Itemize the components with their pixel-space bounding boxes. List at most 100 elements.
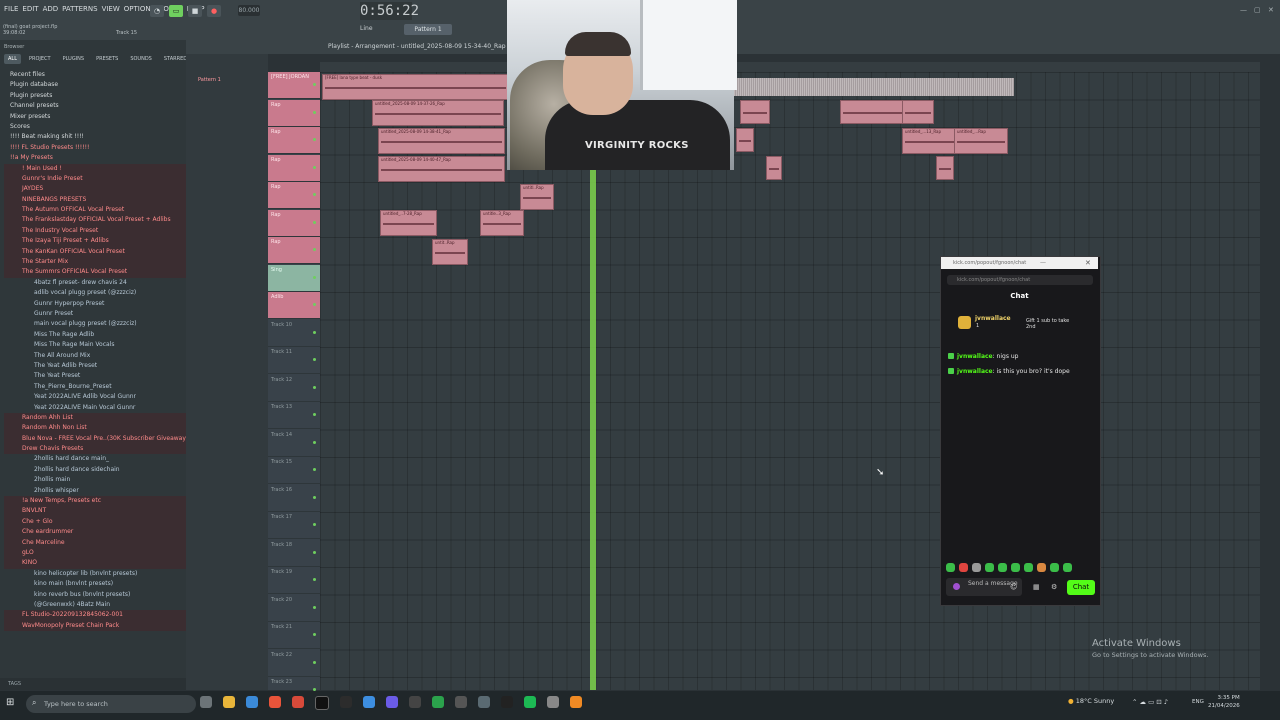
track-header[interactable]: Track 20 bbox=[268, 595, 320, 622]
track-header[interactable]: Track 19 bbox=[268, 567, 320, 594]
spotify-icon[interactable] bbox=[524, 696, 536, 708]
track-header[interactable]: Rap bbox=[268, 99, 320, 127]
browser-item[interactable]: Gunnr's Indie Preset bbox=[4, 173, 186, 185]
top-gifter-name[interactable]: jvnwallace bbox=[975, 315, 1011, 322]
menu-item-edit[interactable]: EDIT bbox=[22, 5, 38, 13]
taskbar-clock[interactable]: 3:35 PM 21/04/2026 bbox=[1208, 694, 1240, 710]
emote-icon[interactable] bbox=[1011, 563, 1020, 572]
language-indicator[interactable]: ENG bbox=[1192, 699, 1204, 705]
track-header[interactable]: Track 13 bbox=[268, 402, 320, 429]
menu-item-view[interactable]: VIEW bbox=[102, 5, 120, 13]
timeline-ruler[interactable] bbox=[320, 62, 1260, 72]
track-led-icon[interactable] bbox=[313, 275, 316, 279]
browser-item[interactable]: kino reverb bus (bnvlnt presets) bbox=[4, 590, 186, 600]
audio-clip[interactable] bbox=[740, 100, 770, 124]
browser-item[interactable]: 2hollis hard dance main_ bbox=[4, 454, 186, 464]
browser-item[interactable]: Random Ahh List bbox=[4, 412, 186, 424]
browser-item[interactable]: ! Main Used ! bbox=[4, 163, 186, 174]
track-header[interactable]: Adlib bbox=[268, 292, 320, 319]
browser-item[interactable]: The Izaya Tiji Preset + Adlibs bbox=[4, 236, 186, 247]
browser-item[interactable]: FL Studio-202209132845062-001 bbox=[4, 610, 186, 621]
send-chat-button[interactable]: Chat bbox=[1067, 580, 1095, 595]
browser-item[interactable]: 2hollis hard dance sidechain bbox=[4, 465, 186, 475]
audio-clip[interactable] bbox=[902, 100, 934, 124]
app-icon[interactable] bbox=[478, 696, 490, 708]
browser-item[interactable]: The All Around Mix bbox=[4, 351, 186, 361]
discord-icon[interactable] bbox=[386, 696, 398, 708]
audio-clip[interactable]: untitle..3_Rap bbox=[480, 210, 524, 236]
track-header[interactable]: Rap bbox=[268, 237, 320, 264]
browser-item[interactable]: Channel presets bbox=[4, 101, 186, 111]
browser-tab-sounds[interactable]: SOUNDS bbox=[126, 54, 156, 64]
track-header[interactable]: Track 21 bbox=[268, 622, 320, 649]
track-led-icon[interactable] bbox=[313, 578, 316, 581]
xbox-icon[interactable] bbox=[432, 696, 444, 708]
audio-clip[interactable]: untit..Rap bbox=[432, 239, 468, 265]
track-led-icon[interactable] bbox=[313, 83, 316, 86]
pattern-selector[interactable]: Pattern 1 bbox=[404, 24, 452, 35]
browser-item[interactable]: 4batz fl preset- drew chavis 24 bbox=[4, 278, 186, 288]
playhead[interactable] bbox=[590, 170, 596, 690]
track-header[interactable]: Track 10 bbox=[268, 320, 320, 347]
audio-clip[interactable] bbox=[766, 156, 782, 180]
minimize-icon[interactable]: — bbox=[1240, 6, 1247, 14]
track-led-icon[interactable] bbox=[313, 358, 316, 361]
playlist-grid[interactable]: [FREE] lana type beat - dusk untitled_202… bbox=[320, 72, 1260, 690]
track-led-icon[interactable] bbox=[313, 468, 316, 471]
task-view-icon[interactable] bbox=[200, 696, 212, 708]
browser-item[interactable]: 2hollis whisper bbox=[4, 486, 186, 496]
track-header[interactable]: Rap bbox=[268, 154, 320, 182]
browser-item[interactable]: The Yeat Preset bbox=[4, 371, 186, 381]
menu-item-file[interactable]: FILE bbox=[4, 5, 18, 13]
audio-clip[interactable]: untitled_2025-08-09 14-38-41_Rap bbox=[378, 128, 505, 154]
browser-tab-project[interactable]: PROJECT bbox=[25, 54, 55, 64]
maximize-icon[interactable]: ▢ bbox=[1254, 6, 1261, 14]
chrome-icon[interactable] bbox=[269, 696, 281, 708]
track-header[interactable]: Rap bbox=[268, 209, 320, 237]
tags-bar[interactable]: TAGS bbox=[0, 678, 186, 690]
browser-item[interactable]: !!!! FL Studio Presets !!!!!! bbox=[4, 143, 186, 153]
emote-icon[interactable] bbox=[1050, 563, 1059, 572]
track-header[interactable]: Track 22 bbox=[268, 650, 320, 677]
browser-item[interactable]: The KanKan OFFICIAL Vocal Preset bbox=[4, 246, 186, 258]
record-mode-icon[interactable]: ◔ bbox=[150, 5, 164, 17]
emote-icon[interactable] bbox=[1037, 563, 1046, 572]
weather-widget[interactable]: ● 18°C Sunny bbox=[1068, 697, 1114, 705]
browser-item[interactable]: gLO bbox=[4, 547, 186, 559]
track-led-icon[interactable] bbox=[313, 605, 316, 609]
browser-item[interactable]: Miss The Rage Main Vocals bbox=[4, 340, 186, 350]
track-led-icon[interactable] bbox=[313, 413, 316, 416]
fl-studio-icon[interactable] bbox=[570, 696, 582, 708]
gift-icon[interactable]: ▦ bbox=[1033, 583, 1040, 591]
audio-clip[interactable]: untitl..Rap bbox=[520, 184, 554, 210]
browser-item[interactable]: Gunnr Hyperpop Preset bbox=[4, 299, 186, 309]
taskbar-search[interactable]: Type here to search bbox=[26, 695, 196, 713]
track-led-icon[interactable] bbox=[313, 495, 316, 499]
track-header[interactable]: Rap bbox=[268, 127, 320, 154]
file-explorer-icon[interactable] bbox=[223, 696, 235, 708]
browser-item[interactable]: The Autumn OFFICAL Vocal Preset bbox=[4, 205, 186, 216]
browser-item[interactable]: kino helicopter lib (bnvlnt presets) bbox=[4, 569, 186, 579]
browser-item[interactable]: Che + Glo bbox=[4, 516, 186, 528]
browser-item[interactable]: The Starter Mix bbox=[4, 257, 186, 268]
track-led-icon[interactable] bbox=[313, 330, 316, 334]
browser-item[interactable]: !!a My Presets bbox=[4, 153, 186, 163]
tempo-display[interactable]: 80.000 bbox=[238, 5, 260, 16]
audio-clip[interactable]: untitled_..7-28_Rap bbox=[380, 210, 437, 236]
snap-selector[interactable]: Line bbox=[360, 25, 373, 32]
app-icon[interactable] bbox=[547, 696, 559, 708]
browser-item[interactable]: BNVLNT bbox=[4, 506, 186, 517]
gift-prompt[interactable]: Gift 1 sub to take 2nd bbox=[1026, 318, 1076, 330]
track-header[interactable]: Track 16 bbox=[268, 485, 320, 512]
audio-clip[interactable]: untitled_...Rap bbox=[954, 128, 1008, 154]
track-led-icon[interactable] bbox=[313, 660, 316, 664]
opera-icon[interactable] bbox=[292, 696, 304, 708]
browser-item[interactable]: Blue Nova - FREE Vocal Pre..(30K Subscri… bbox=[4, 433, 186, 445]
track-led-icon[interactable] bbox=[313, 138, 316, 141]
edge-icon[interactable] bbox=[246, 696, 258, 708]
track-led-icon[interactable] bbox=[313, 633, 316, 636]
terminal-icon[interactable] bbox=[340, 696, 352, 708]
track-led-icon[interactable] bbox=[313, 220, 316, 224]
audio-clip[interactable]: [FREE] lana type beat - dusk bbox=[322, 74, 509, 100]
browser-item[interactable]: !!!! Beat making shit !!!! bbox=[4, 132, 186, 142]
